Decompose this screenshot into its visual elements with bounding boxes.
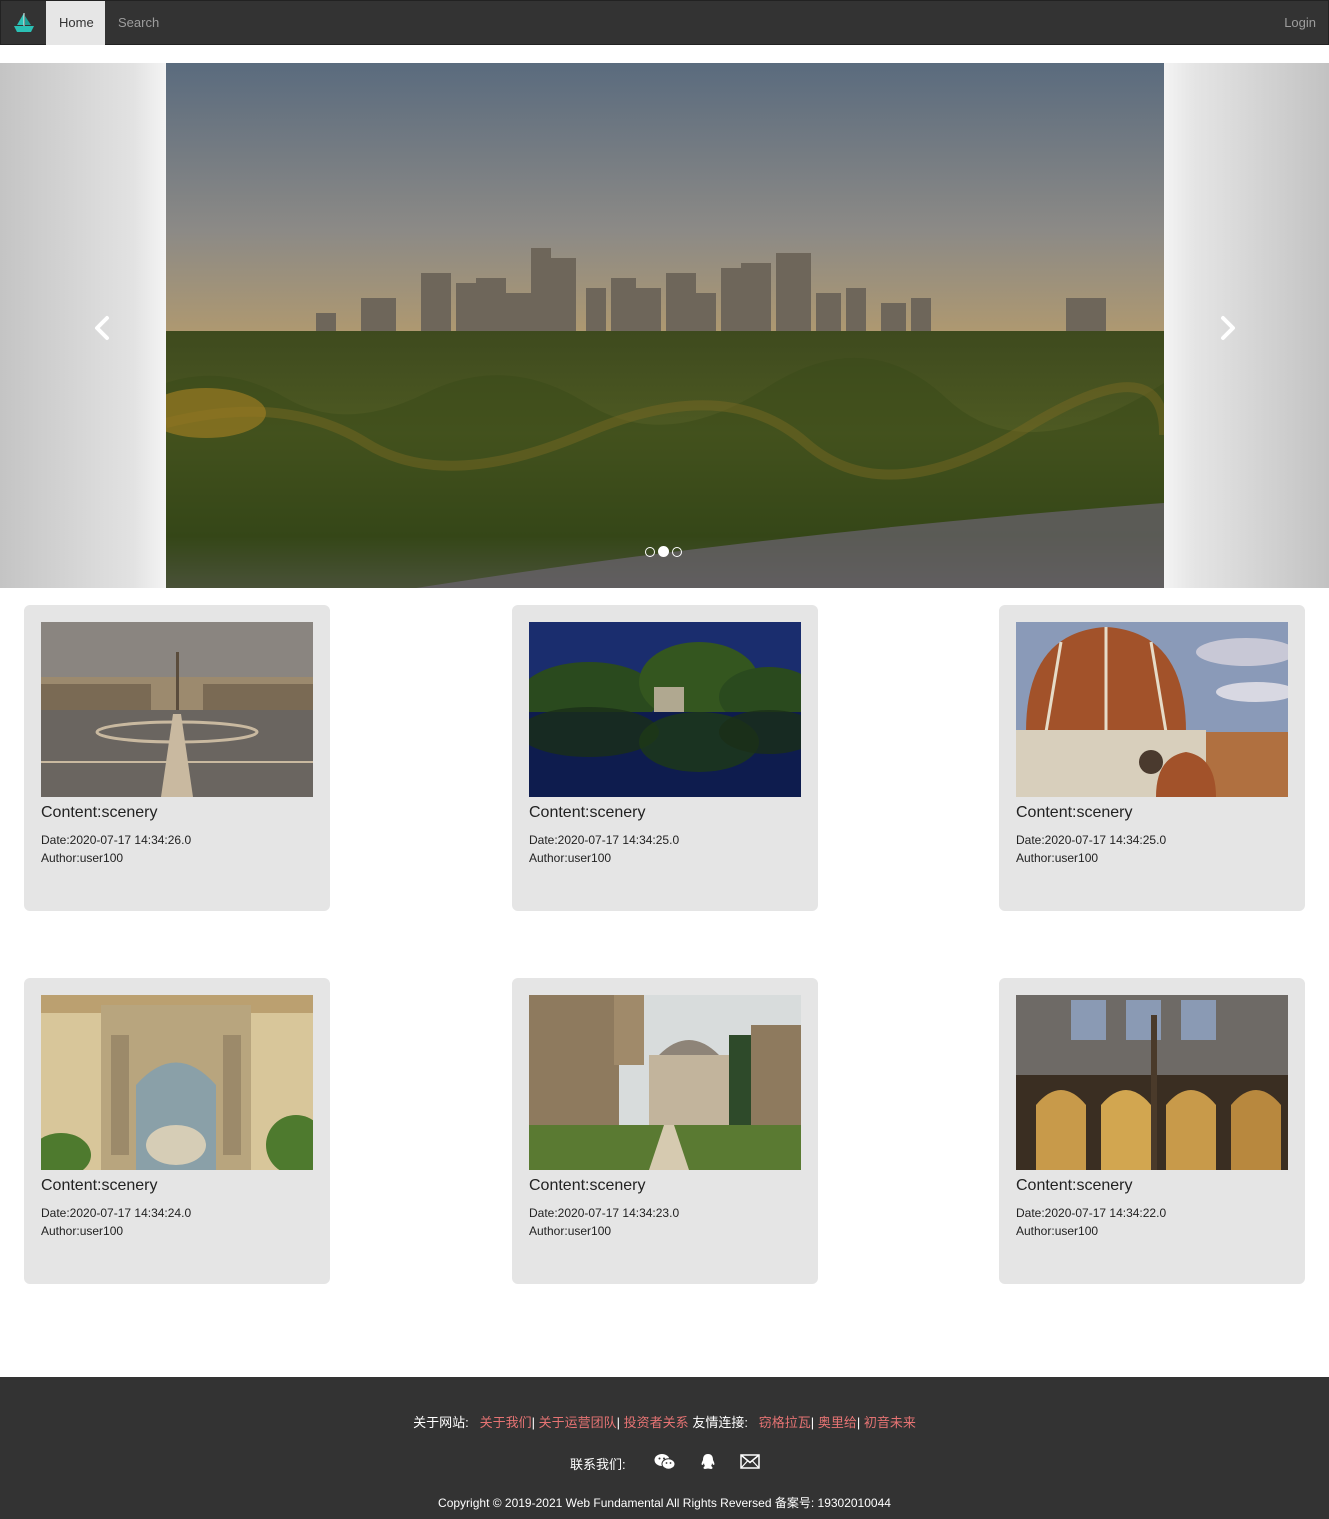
card-author: Author:user100 xyxy=(529,851,612,865)
card-content: Content:scenery xyxy=(1016,804,1133,821)
friends-label: 友情连接: xyxy=(692,1415,748,1430)
link-separator: | xyxy=(531,1415,536,1430)
card-date: Date:2020-07-17 14:34:25.0 xyxy=(1016,833,1167,847)
carousel-indicator-3[interactable] xyxy=(672,546,682,557)
scenery-card[interactable]: Content:scenery Date:2020-07-17 14:34:24… xyxy=(24,978,330,1284)
card-date: Date:2020-07-17 14:34:26.0 xyxy=(41,833,192,847)
card-content: Content:scenery xyxy=(529,1177,646,1194)
card-author: Author:user100 xyxy=(41,851,124,865)
contact-label: 联系我们: xyxy=(570,1456,626,1472)
card-image-cathedral-dome[interactable] xyxy=(1016,622,1288,797)
card-image-fountain[interactable] xyxy=(41,995,313,1170)
nav-home[interactable]: Home xyxy=(46,1,105,45)
image-carousel xyxy=(0,63,1329,588)
nav-login[interactable]: Login xyxy=(1271,1,1328,45)
card-author: Author:user100 xyxy=(1016,851,1099,865)
carousel-slide-image xyxy=(166,63,1164,588)
card-image-lake-temple[interactable] xyxy=(529,622,801,797)
investor-relations-link[interactable]: 投资者关系 xyxy=(624,1415,689,1430)
carousel-indicator-1[interactable] xyxy=(645,546,655,557)
link-separator: | xyxy=(616,1415,621,1430)
carousel-prev-button[interactable] xyxy=(88,313,118,343)
link-separator: | xyxy=(810,1415,815,1430)
about-us-link[interactable]: 关于我们 xyxy=(480,1415,532,1430)
card-date: Date:2020-07-17 14:34:25.0 xyxy=(529,833,680,847)
friend-link-3[interactable]: 初音未来 xyxy=(864,1415,916,1430)
about-label: 关于网站: xyxy=(413,1415,469,1430)
footer-links-row: 关于网站: 关于我们| 关于运营团队| 投资者关系 友情连接: 窃格拉瓦| 奥里… xyxy=(0,1412,1329,1431)
scenery-card[interactable]: Content:scenery Date:2020-07-17 14:34:26… xyxy=(24,605,330,911)
ship-logo-icon xyxy=(13,13,34,32)
card-author: Author:user100 xyxy=(529,1224,612,1238)
scenery-card[interactable]: Content:scenery Date:2020-07-17 14:34:22… xyxy=(999,978,1305,1284)
friend-link-1[interactable]: 窃格拉瓦 xyxy=(759,1415,811,1430)
card-image-courtyard[interactable] xyxy=(1016,995,1288,1170)
brand-logo[interactable] xyxy=(1,1,46,45)
card-date: Date:2020-07-17 14:34:22.0 xyxy=(1016,1206,1167,1220)
card-content: Content:scenery xyxy=(529,804,646,821)
about-team-link[interactable]: 关于运营团队 xyxy=(539,1415,617,1430)
scenery-card[interactable]: Content:scenery Date:2020-07-17 14:34:25… xyxy=(999,605,1305,911)
card-author: Author:user100 xyxy=(1016,1224,1099,1238)
card-content: Content:scenery xyxy=(41,1177,158,1194)
site-footer: 关于网站: 关于我们| 关于运营团队| 投资者关系 友情连接: 窃格拉瓦| 奥里… xyxy=(0,1377,1329,1519)
card-date: Date:2020-07-17 14:34:23.0 xyxy=(529,1206,680,1220)
link-separator: | xyxy=(856,1415,861,1430)
card-author: Author:user100 xyxy=(41,1224,124,1238)
scenery-card[interactable]: Content:scenery Date:2020-07-17 14:34:25… xyxy=(512,605,818,911)
nav-search[interactable]: Search xyxy=(105,1,172,45)
card-content: Content:scenery xyxy=(41,804,158,821)
carousel-next-button[interactable] xyxy=(1212,313,1242,343)
scenery-card[interactable]: Content:scenery Date:2020-07-17 14:34:23… xyxy=(512,978,818,1284)
mail-icon[interactable] xyxy=(739,1454,760,1472)
card-image-square-plaza[interactable] xyxy=(41,622,313,797)
card-date: Date:2020-07-17 14:34:24.0 xyxy=(41,1206,192,1220)
wechat-icon[interactable] xyxy=(654,1453,676,1474)
chevron-right-icon xyxy=(1221,316,1235,340)
card-image-cloister[interactable] xyxy=(529,995,801,1170)
chevron-left-icon xyxy=(95,316,109,340)
copyright-text: Copyright © 2019-2021 Web Fundamental Al… xyxy=(438,1496,891,1510)
friend-link-2[interactable]: 奥里给 xyxy=(818,1415,857,1430)
carousel-indicator-2[interactable] xyxy=(658,546,669,557)
top-navbar: Home Search Login xyxy=(0,0,1329,45)
card-content: Content:scenery xyxy=(1016,1177,1133,1194)
contact-row: 联系我们: xyxy=(570,1453,760,1473)
carousel-indicators xyxy=(645,546,682,557)
qq-icon[interactable] xyxy=(700,1453,716,1474)
